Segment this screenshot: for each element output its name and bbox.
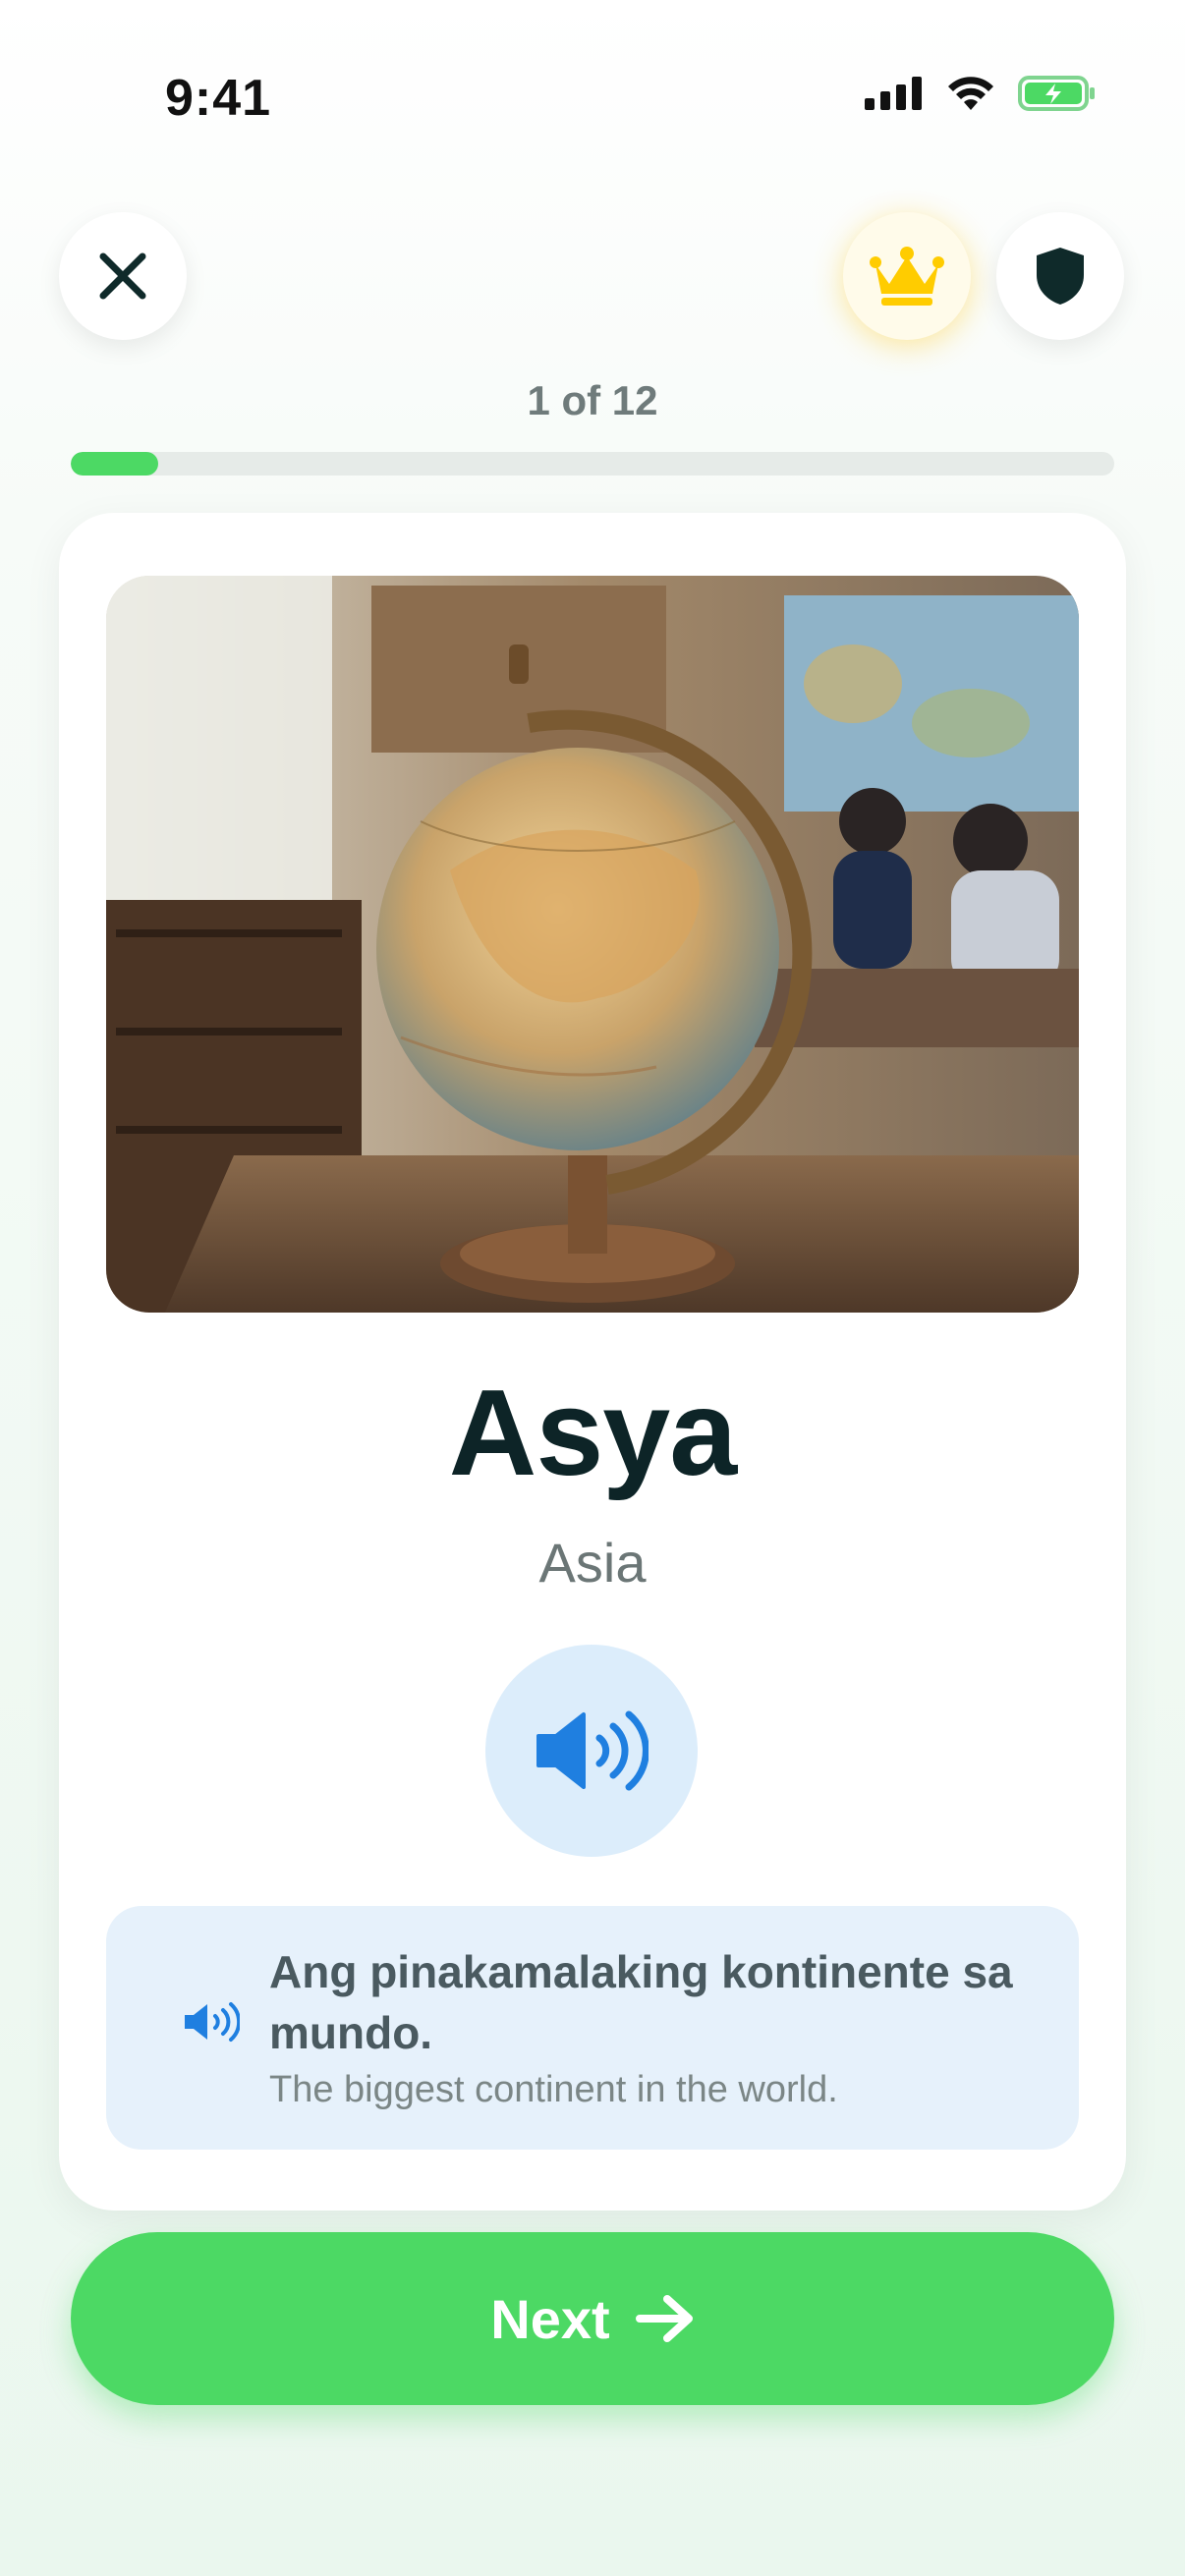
- speaker-icon: [536, 1710, 649, 1791]
- status-time: 9:41: [165, 70, 272, 127]
- progress-bar: [71, 452, 1114, 476]
- next-button-label: Next: [490, 2287, 610, 2350]
- progress-fill: [71, 452, 158, 476]
- wifi-icon: [948, 77, 993, 110]
- progress-label: 1 of 12: [527, 377, 658, 423]
- vocab-translation: Asia: [538, 1532, 647, 1594]
- globe-photo: [106, 576, 1079, 1313]
- battery-charging-icon: [1018, 76, 1095, 111]
- close-icon: [99, 252, 146, 300]
- next-button[interactable]: Next: [71, 2232, 1114, 2405]
- shield-icon: [1037, 248, 1084, 305]
- example-sentence: Ang pinakamalaking kontinente sa mundo.: [269, 1946, 1013, 2058]
- arrow-right-icon: [635, 2295, 693, 2342]
- shield-button[interactable]: [996, 212, 1124, 340]
- example-speaker-icon[interactable]: [183, 2000, 240, 2044]
- cellular-signal-icon: [865, 77, 922, 110]
- status-bar: 9:41: [0, 0, 1185, 196]
- close-button[interactable]: [59, 212, 187, 340]
- flashcard: Asya Asia Ang pinakamalaking kontinente …: [59, 513, 1126, 2211]
- premium-button[interactable]: [843, 212, 971, 340]
- status-icons: [865, 75, 1097, 112]
- play-audio-button[interactable]: [485, 1645, 698, 1857]
- example-translation: The biggest continent in the world.: [269, 2069, 838, 2110]
- crown-icon: [870, 247, 944, 306]
- vocab-word: Asya: [448, 1366, 737, 1501]
- example-sentence-box[interactable]: Ang pinakamalaking kontinente sa mundo. …: [106, 1906, 1079, 2150]
